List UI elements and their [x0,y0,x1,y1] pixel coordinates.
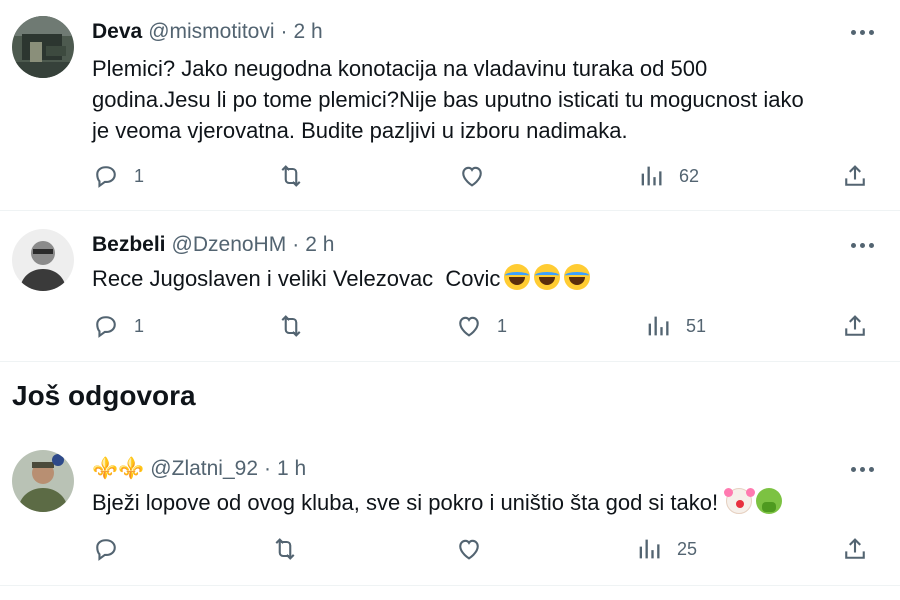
view-count: 51 [686,315,707,336]
reply-count: 1 [134,315,145,336]
avatar[interactable] [12,16,74,78]
tweet-text-content: Bježi lopove od ovog kluba, sve si pokro… [92,490,719,515]
share-icon [845,538,865,559]
separator: · [280,20,288,43]
tweet-actions: 1 62 [0,162,900,192]
clown-face-icon [724,488,753,514]
view-count: 62 [679,165,700,186]
reply-icon [96,316,116,338]
reply-button[interactable]: 1 [92,162,144,190]
share-button[interactable] [841,535,869,563]
share-button[interactable] [841,312,869,340]
tweet-3[interactable]: ⚜️⚜️ @Zlatni_92 · 1 h Bježi lopove od ov… [0,440,900,585]
reply-icon [96,539,116,561]
reply-button[interactable] [92,535,134,563]
share-icon [845,165,865,186]
like-count: 1 [497,315,508,336]
more-icon[interactable] [851,30,874,35]
view-count: 25 [677,538,698,559]
author-handle[interactable]: @mismotitovi [148,20,274,44]
tweet-text: Plemici? Jako neugodna konotacija na vla… [92,53,882,146]
nauseated-face-icon [756,488,783,514]
tweet-text: Bježi lopove od ovog kluba, sve si pokro… [92,487,882,518]
separator: · [264,457,272,480]
more-icon[interactable] [851,467,874,472]
views-button[interactable]: 25 [635,535,697,563]
tweet-text: Rece Jugoslaven i veliki Velezovac Covic [92,263,882,294]
retweet-button[interactable] [277,162,319,190]
tweet-text-line: godina.Jesu li po tome plemici?Nije bas … [92,87,804,112]
author-handle[interactable]: @Zlatni_92 [150,457,258,481]
author-name[interactable]: Bezbeli [92,233,166,257]
reply-button[interactable]: 1 [92,312,144,340]
retweet-button[interactable] [271,535,313,563]
author-name[interactable]: ⚜️⚜️ [92,457,144,481]
timestamp[interactable]: 2 h [294,20,323,44]
tweet-2[interactable]: Bezbeli @DzenoHM · 2 h Rece Jugoslaven i… [0,211,900,361]
timestamp[interactable]: 1 h [277,457,306,481]
retweet-button[interactable] [277,312,319,340]
share-icon [845,315,865,336]
retweet-icon [281,165,301,187]
tweet-text-line: je veoma vjerovatna. Budite pazljivi u i… [92,118,628,143]
tweet-actions: 1 1 51 [0,312,900,342]
author-handle[interactable]: @DzenoHM [172,233,287,257]
views-icon [641,166,662,186]
avatar[interactable] [12,229,74,291]
divider [0,585,900,586]
more-icon[interactable] [851,243,874,248]
like-button[interactable] [458,162,500,190]
like-button[interactable] [455,535,497,563]
face-with-tears-of-joy-icon [504,264,531,290]
separator: · [292,233,300,256]
author-name[interactable]: Deva [92,20,142,44]
like-icon [459,539,479,560]
views-icon [648,316,669,336]
like-button[interactable]: 1 [455,312,507,340]
retweet-icon [275,538,295,560]
avatar[interactable] [12,450,74,512]
reply-count: 1 [134,165,145,186]
timestamp[interactable]: 2 h [305,233,334,257]
views-button[interactable]: 62 [637,162,699,190]
tweet-actions: 25 [0,535,900,565]
face-with-tears-of-joy-icon [534,264,561,290]
like-icon [459,316,479,337]
retweet-icon [281,315,301,337]
views-button[interactable]: 51 [644,312,706,340]
more-replies-heading: Još odgovora [12,380,196,411]
divider [0,361,900,362]
reply-icon [96,166,116,188]
tweet-text-content: Rece Jugoslaven i veliki Velezovac Covic [92,266,501,291]
share-button[interactable] [841,162,869,190]
tweet-text-line: Plemici? Jako neugodna konotacija na vla… [92,56,708,81]
like-icon [462,166,482,187]
tweet-1[interactable]: Deva @mismotitovi · 2 h Plemici? Jako ne… [0,0,900,210]
views-icon [639,539,660,559]
face-with-tears-of-joy-icon [564,264,591,290]
